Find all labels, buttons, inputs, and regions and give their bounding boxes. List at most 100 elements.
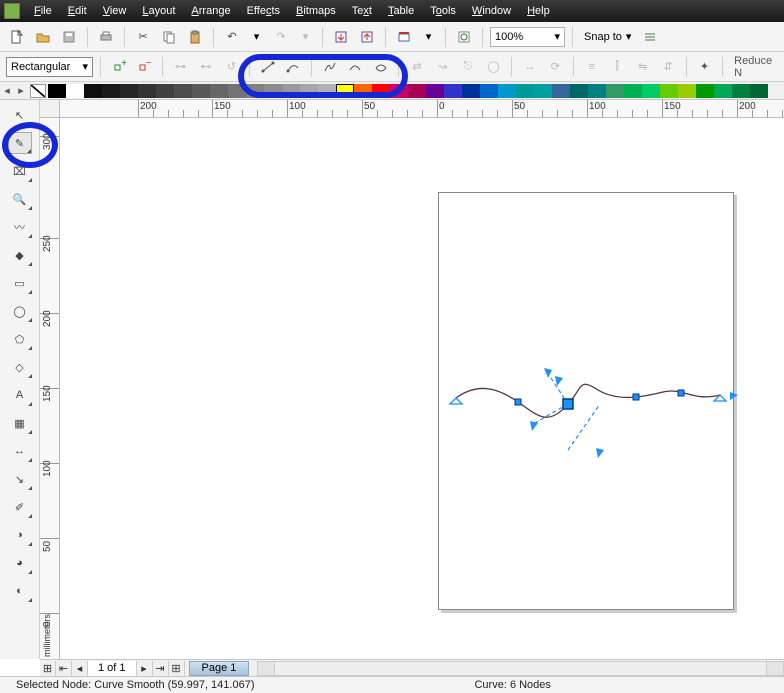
menu-window[interactable]: Window — [464, 3, 519, 19]
color-swatch[interactable] — [390, 84, 408, 98]
interactive-fill-tool-icon[interactable]: ◐ — [8, 580, 32, 602]
align-nodes-h-icon[interactable]: ≡ — [581, 56, 602, 78]
color-swatch[interactable] — [426, 84, 444, 98]
color-swatch[interactable] — [480, 84, 498, 98]
eyedropper-tool-icon[interactable]: ✐ — [8, 496, 32, 518]
color-swatch[interactable] — [534, 84, 552, 98]
open-icon[interactable] — [32, 26, 54, 48]
color-swatch[interactable] — [714, 84, 732, 98]
break-node-icon[interactable]: ⊷ — [195, 56, 216, 78]
color-swatch[interactable] — [66, 84, 84, 98]
auto-close-icon[interactable]: ↺ — [221, 56, 242, 78]
add-node-icon[interactable]: + — [108, 56, 129, 78]
color-swatch[interactable] — [318, 84, 336, 98]
app-launcher-icon[interactable] — [393, 26, 415, 48]
color-swatch[interactable] — [660, 84, 678, 98]
crop-tool-icon[interactable]: ⌧ — [8, 160, 32, 182]
color-swatch[interactable] — [696, 84, 714, 98]
menu-arrange[interactable]: Arrange — [183, 3, 238, 19]
zoom-level-field[interactable]: 100% ▾ — [490, 27, 565, 47]
ellipse-tool-icon[interactable]: ◯ — [8, 300, 32, 322]
extend-curve-icon[interactable]: ↝ — [432, 56, 453, 78]
save-icon[interactable] — [58, 26, 80, 48]
snap-dropdown-icon[interactable]: ▾ — [626, 30, 632, 43]
new-icon[interactable] — [6, 26, 28, 48]
fill-tool-icon[interactable]: ◕ — [8, 552, 32, 574]
next-page-icon[interactable]: ▸ — [137, 661, 153, 676]
to-line-icon[interactable] — [257, 56, 278, 78]
align-nodes-v-icon[interactable]: ⫿ — [606, 56, 627, 78]
shape-tool-icon[interactable]: ✎ — [8, 132, 32, 154]
color-swatch[interactable] — [516, 84, 534, 98]
color-swatch[interactable] — [120, 84, 138, 98]
menu-help[interactable]: Help — [519, 3, 558, 19]
menu-table[interactable]: Table — [380, 3, 422, 19]
rectangle-tool-icon[interactable]: ▭ — [8, 272, 32, 294]
export-icon[interactable] — [356, 26, 378, 48]
reflect-h-icon[interactable]: ⇋ — [632, 56, 653, 78]
prev-page-icon[interactable]: ◂ — [72, 661, 88, 676]
color-swatch[interactable] — [642, 84, 660, 98]
elastic-mode-icon[interactable]: ✦ — [694, 56, 715, 78]
app-launcher-dropdown-icon[interactable]: ▾ — [419, 30, 438, 43]
table-tool-icon[interactable]: ▦ — [8, 412, 32, 434]
horizontal-scrollbar[interactable] — [257, 661, 784, 676]
no-fill-swatch[interactable] — [30, 84, 46, 98]
color-swatch[interactable] — [102, 84, 120, 98]
redo-icon[interactable]: ↷ — [270, 26, 292, 48]
menu-edit[interactable]: Edit — [60, 3, 95, 19]
color-swatch[interactable] — [228, 84, 246, 98]
menu-effects[interactable]: Effects — [239, 3, 288, 19]
color-swatch[interactable] — [282, 84, 300, 98]
color-swatch[interactable] — [552, 84, 570, 98]
color-swatch[interactable] — [300, 84, 318, 98]
redo-dropdown-icon[interactable]: ▾ — [296, 30, 315, 43]
smart-fill-tool-icon[interactable]: ◆ — [8, 244, 32, 266]
close-curve-icon[interactable]: ◯ — [483, 56, 504, 78]
reflect-v-icon[interactable]: ⇵ — [657, 56, 678, 78]
add-page-after-icon[interactable]: ⊞ — [169, 661, 185, 676]
bezier-curve-object[interactable] — [438, 192, 738, 612]
freehand-tool-icon[interactable]: 〰 — [8, 216, 32, 238]
pick-tool-icon[interactable]: ↖ — [8, 104, 32, 126]
color-swatch[interactable] — [606, 84, 624, 98]
color-swatch[interactable] — [246, 84, 264, 98]
ruler-horizontal[interactable]: 20015010050050100150200 — [60, 100, 784, 118]
color-swatch[interactable] — [192, 84, 210, 98]
palette-scroll-left-icon[interactable]: ◂ — [0, 84, 14, 98]
page-tab-1[interactable]: Page 1 — [189, 661, 250, 676]
color-swatch[interactable] — [48, 84, 66, 98]
color-swatch[interactable] — [462, 84, 480, 98]
menu-text[interactable]: Text — [344, 3, 380, 19]
color-swatch[interactable] — [750, 84, 768, 98]
to-curve-icon[interactable] — [283, 56, 304, 78]
color-swatch[interactable] — [174, 84, 192, 98]
smooth-node-icon[interactable] — [344, 56, 365, 78]
basic-shapes-tool-icon[interactable]: ◇ — [8, 356, 32, 378]
color-swatch[interactable] — [732, 84, 750, 98]
extract-subpath-icon[interactable]: ⎋ — [457, 56, 478, 78]
selection-mode-dropdown-icon[interactable]: ▾ — [82, 60, 88, 73]
zoom-tool-icon[interactable]: 🔍 — [8, 188, 32, 210]
delete-node-icon[interactable]: − — [133, 56, 154, 78]
palette-flyout-icon[interactable]: ▸ — [14, 84, 28, 98]
color-swatch[interactable] — [138, 84, 156, 98]
menu-layout[interactable]: Layout — [134, 3, 183, 19]
color-swatch[interactable] — [84, 84, 102, 98]
color-swatch[interactable] — [570, 84, 588, 98]
color-swatch[interactable] — [264, 84, 282, 98]
color-swatch[interactable] — [156, 84, 174, 98]
canvas[interactable] — [60, 118, 784, 659]
cusp-node-icon[interactable] — [319, 56, 340, 78]
import-icon[interactable] — [330, 26, 352, 48]
ruler-origin[interactable] — [40, 100, 60, 118]
print-icon[interactable] — [95, 26, 117, 48]
menu-bitmaps[interactable]: Bitmaps — [288, 3, 344, 19]
ruler-vertical[interactable]: millimeters 300250200150100500 — [40, 118, 60, 659]
dimension-tool-icon[interactable]: ↔ — [8, 440, 32, 462]
paste-icon[interactable] — [184, 26, 206, 48]
welcome-icon[interactable] — [453, 26, 475, 48]
snap-to-button[interactable]: Snap to ▾ — [580, 30, 635, 43]
color-swatch[interactable] — [444, 84, 462, 98]
color-swatch[interactable] — [408, 84, 426, 98]
